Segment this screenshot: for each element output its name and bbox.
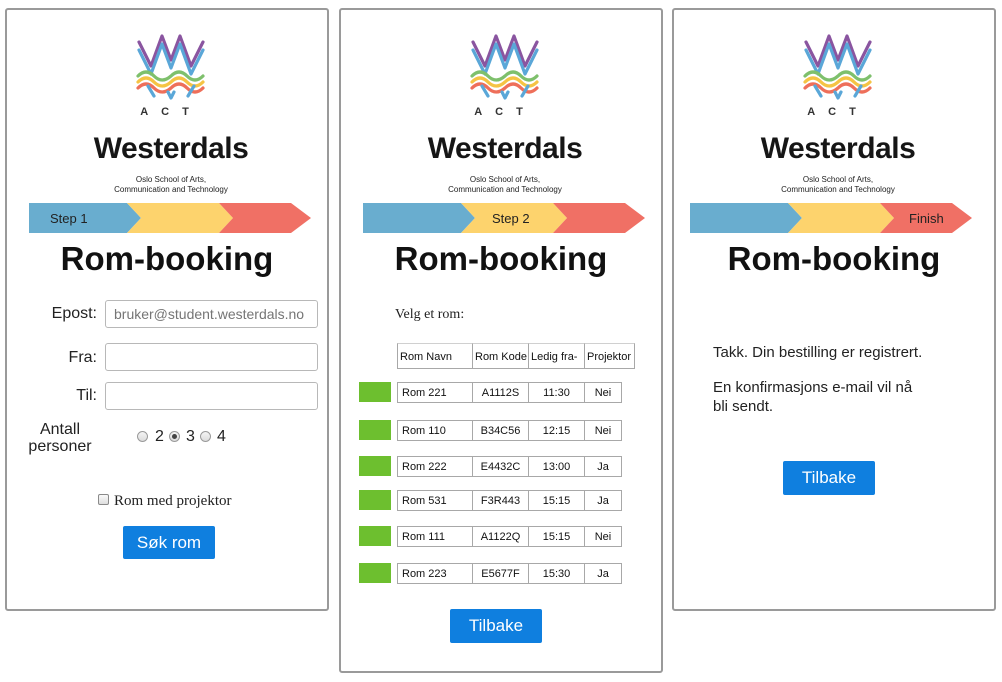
- persons-radio-4[interactable]: [200, 431, 211, 442]
- from-field[interactable]: [105, 343, 318, 371]
- table-cell-available-from: 15:15: [528, 526, 585, 547]
- table-cell-room-name: Rom 222: [397, 456, 473, 477]
- email-field[interactable]: [105, 300, 318, 328]
- brand-name: Westerdals: [427, 132, 583, 165]
- step-progress-bar: Finish: [690, 203, 972, 233]
- table-cell-projector: Nei: [584, 526, 622, 547]
- page-title: Rom-booking: [394, 240, 608, 277]
- step-1-chevron: [363, 203, 475, 233]
- table-cell-room-name: Rom 223: [397, 563, 473, 584]
- select-room-button[interactable]: [359, 382, 391, 402]
- table-cell-room-name: Rom 531: [397, 490, 473, 511]
- select-room-button[interactable]: [359, 526, 391, 546]
- projector-checkbox[interactable]: [98, 494, 109, 505]
- table-cell-available-from: 15:30: [528, 563, 585, 584]
- brand-tagline: Oslo School of Arts, Communication and T…: [114, 175, 228, 194]
- email-label: Epost:: [51, 305, 97, 322]
- table-header-available-from: Ledig fra-: [528, 343, 585, 369]
- step-progress-bar: Step 1: [29, 203, 311, 233]
- thanks-message: Takk. Din bestilling er registrert.: [713, 344, 923, 361]
- table-cell-available-from: 12:15: [528, 420, 585, 441]
- back-button[interactable]: Tilbake: [450, 609, 542, 643]
- booking-panel-step2: ACT Westerdals Oslo School of Arts, Comm…: [339, 8, 663, 673]
- search-rooms-button[interactable]: Søk rom: [123, 526, 215, 559]
- brand-name: Westerdals: [760, 132, 916, 165]
- table-cell-available-from: 13:00: [528, 456, 585, 477]
- westerdals-logo: ACT Westerdals Oslo School of Arts, Comm…: [76, 20, 266, 194]
- table-header-room-name: Rom Navn: [397, 343, 473, 369]
- table-cell-room-code: E4432C: [472, 456, 529, 477]
- table-cell-available-from: 15:15: [528, 490, 585, 511]
- step-2-chevron: [788, 203, 894, 233]
- booking-panel-finish: ACT Westerdals Oslo School of Arts, Comm…: [672, 8, 996, 611]
- table-header-projector: Projektor: [584, 343, 635, 369]
- brand-name: Westerdals: [93, 132, 249, 165]
- table-cell-projector: Nei: [584, 420, 622, 441]
- persons-option-3: 3: [186, 428, 195, 445]
- step-label: Step 2: [492, 211, 530, 226]
- table-cell-room-name: Rom 110: [397, 420, 473, 441]
- act-monogram: ACT: [807, 106, 869, 118]
- step-progress-bar: Step 2: [363, 203, 645, 233]
- table-cell-room-code: A1112S: [472, 382, 529, 403]
- choose-room-prompt: Velg et rom:: [395, 307, 465, 322]
- persons-radio-2[interactable]: [137, 431, 148, 442]
- act-monogram: ACT: [140, 106, 202, 118]
- table-cell-projector: Ja: [584, 456, 622, 477]
- select-room-button[interactable]: [359, 490, 391, 510]
- page-title: Rom-booking: [60, 240, 274, 277]
- step-2-chevron: [127, 203, 233, 233]
- act-monogram: ACT: [474, 106, 536, 118]
- select-room-button[interactable]: [359, 420, 391, 440]
- brand-tagline: Oslo School of Arts, Communication and T…: [781, 175, 895, 194]
- to-field[interactable]: [105, 382, 318, 410]
- table-cell-room-name: Rom 111: [397, 526, 473, 547]
- persons-label: Antall personer: [28, 421, 92, 455]
- persons-radio-3[interactable]: [169, 431, 180, 442]
- persons-option-2: 2: [155, 428, 164, 445]
- table-cell-projector: Ja: [584, 563, 622, 584]
- table-cell-room-name: Rom 221: [397, 382, 473, 403]
- table-cell-room-code: E5677F: [472, 563, 529, 584]
- brand-tagline: Oslo School of Arts, Communication and T…: [448, 175, 562, 194]
- step-1-chevron: [690, 203, 802, 233]
- table-cell-projector: Nei: [584, 382, 622, 403]
- westerdals-logo: ACT Westerdals Oslo School of Arts, Comm…: [743, 20, 933, 194]
- table-cell-available-from: 11:30: [528, 382, 585, 403]
- from-label: Fra:: [68, 349, 97, 366]
- table-cell-projector: Ja: [584, 490, 622, 511]
- table-cell-room-code: B34C56: [472, 420, 529, 441]
- table-header-room-code: Rom Kode: [472, 343, 529, 369]
- back-button[interactable]: Tilbake: [783, 461, 875, 495]
- step-label: Step 1: [50, 211, 88, 226]
- projector-label: Rom med projektor: [114, 493, 232, 509]
- select-room-button[interactable]: [359, 456, 391, 476]
- westerdals-logo: ACT Westerdals Oslo School of Arts, Comm…: [410, 20, 600, 194]
- persons-option-4: 4: [217, 428, 226, 445]
- step-label: Finish: [909, 211, 944, 226]
- to-label: Til:: [76, 387, 97, 404]
- confirmation-message: En konfirmasjons e-mail vil nå bli sendt…: [713, 379, 913, 415]
- table-cell-room-code: A1122Q: [472, 526, 529, 547]
- select-room-button[interactable]: [359, 563, 391, 583]
- table-cell-room-code: F3R443: [472, 490, 529, 511]
- page-title: Rom-booking: [727, 240, 941, 277]
- booking-panel-step1: ACT Westerdals Oslo School of Arts, Comm…: [5, 8, 329, 611]
